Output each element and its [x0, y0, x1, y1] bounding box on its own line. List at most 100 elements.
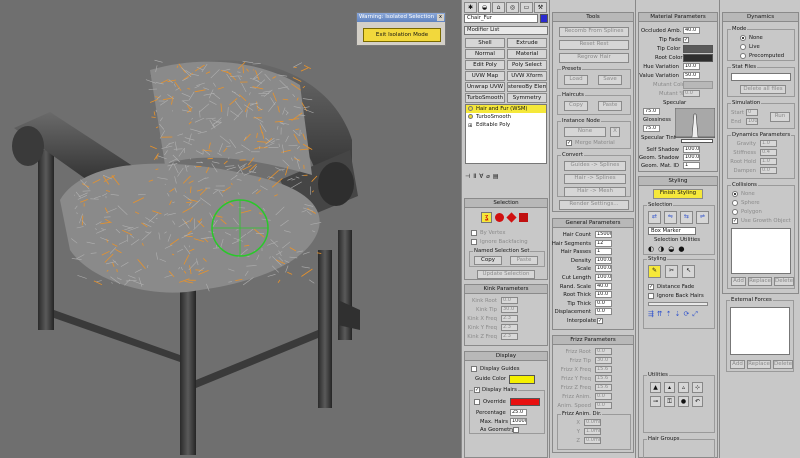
scale-spinner[interactable]: 100.0 [595, 265, 612, 273]
z-spinner[interactable]: 0.0mm [584, 437, 601, 444]
dampen-spinner[interactable]: 0.0 [760, 167, 777, 174]
object-color-swatch[interactable] [540, 14, 548, 23]
make-unique-icon[interactable]: ∀ [479, 173, 483, 183]
close-icon[interactable]: x [437, 14, 444, 21]
utilities-tab-icon[interactable]: ⚒ [534, 2, 547, 13]
frizz-y-freq-spinner[interactable]: 15.6 [595, 375, 612, 382]
kink-z-freq-spinner[interactable]: 2.3 [501, 333, 518, 340]
object-name-field[interactable]: Chair_Fur [464, 14, 538, 23]
copy-button[interactable]: Copy [474, 256, 502, 265]
collision-polygon-radio[interactable] [732, 209, 738, 215]
guide-select-icon[interactable]: ʓ [481, 212, 492, 223]
stiffness-spinner[interactable]: 0.4 [760, 149, 777, 156]
recomb-from-splines-button[interactable]: Recomb From Splines [559, 27, 629, 37]
collision-add-button[interactable]: Add [731, 277, 746, 286]
by-vertex-checkbox[interactable] [471, 230, 477, 236]
create-tab-icon[interactable]: ✱ [464, 2, 477, 13]
displacement-spinner[interactable]: 0.0 [595, 308, 612, 316]
cut-length-spinner[interactable]: 100.0 [595, 274, 612, 281]
stack-item-editable-poly[interactable]: ⊞ Editable Poly [466, 121, 546, 129]
frizz-tip-spinner[interactable]: 30.0 [595, 357, 612, 364]
toggle-hair-icon[interactable]: ⊸ [650, 396, 661, 407]
rotate-icon[interactable]: ⟳ [684, 310, 690, 319]
hierarchy-tab-icon[interactable]: ⌂ [492, 2, 505, 13]
kink-x-freq-spinner[interactable]: 2.3 [501, 315, 518, 322]
select-whole-guide-icon[interactable]: ⇋ [664, 211, 677, 224]
expand-selection-icon[interactable]: ◒ [668, 245, 674, 253]
unwrap-uvw-modifier-button[interactable]: Unwrap UVW [465, 82, 505, 92]
poly-select-modifier-button[interactable]: Poly Select [507, 60, 547, 70]
instance-node-button[interactable]: None [564, 127, 606, 137]
mutant-pct-spinner[interactable]: 0.0 [683, 90, 700, 97]
value-variation-spinner[interactable]: 50.0 [683, 72, 700, 79]
finish-styling-button[interactable]: Finish Styling [653, 189, 703, 199]
stack-item-turbosmooth[interactable]: TurboSmooth [466, 113, 546, 121]
frizz-z-freq-spinner[interactable]: 15.6 [595, 384, 612, 391]
guide-color-swatch[interactable] [509, 375, 535, 384]
turbosmooth-modifier-button[interactable]: TurboSmooth [465, 93, 505, 103]
paste-button[interactable]: Paste [510, 256, 538, 265]
material-rollout-title[interactable]: Material Parameters [639, 13, 717, 22]
ignore-backfacing-checkbox[interactable] [471, 239, 477, 245]
symmetry-modifier-button[interactable]: Symmetry [507, 93, 547, 103]
selection-rollout-title[interactable]: Selection [465, 199, 547, 208]
select-by-root-icon[interactable]: ⇌ [696, 211, 709, 224]
uvw-xform-modifier-button[interactable]: UVW Xform [507, 71, 547, 81]
motion-tab-icon[interactable]: ◎ [506, 2, 519, 13]
ignore-back-hairs-checkbox[interactable] [648, 293, 654, 299]
bulb-icon[interactable] [468, 114, 473, 119]
frizz-anim-spinner[interactable]: 0.0 [595, 393, 612, 400]
stand-icon[interactable]: ⇈ [657, 310, 663, 319]
save-preset-button[interactable]: Save [598, 75, 622, 85]
specular-tint-swatch[interactable] [681, 139, 713, 143]
frizz-rollout-title[interactable]: Frizz Parameters [553, 336, 633, 345]
uvw-map-modifier-button[interactable]: UVW Map [465, 71, 505, 81]
unlock-icon[interactable]: ● [678, 396, 689, 407]
hair-passes-spinner[interactable]: 1 [595, 248, 612, 256]
edit-poly-modifier-button[interactable]: Edit Poly [465, 60, 505, 70]
rotate-selection-icon[interactable]: ◑ [658, 245, 664, 253]
tip-color-swatch[interactable] [683, 45, 713, 53]
attenuate-icon[interactable]: ▲ [650, 382, 661, 393]
puff-roots-icon[interactable]: ⇡ [666, 310, 672, 319]
frizz-root-spinner[interactable]: 0.0 [595, 348, 612, 355]
distance-fade-checkbox[interactable]: ✓ [648, 284, 654, 290]
specular-spinner[interactable]: 75.0 [643, 108, 660, 115]
end-spinner[interactable]: 100 [746, 118, 758, 125]
invert-selection-icon[interactable]: ◐ [648, 245, 654, 253]
tip-thick-spinner[interactable]: 0.0 [595, 299, 612, 307]
kink-y-freq-spinner[interactable]: 2.3 [501, 324, 518, 331]
display-tab-icon[interactable]: ▭ [520, 2, 533, 13]
normal-modifier-button[interactable]: Normal [465, 49, 505, 59]
select-tool-icon[interactable]: ↖ [682, 265, 695, 278]
root-hold-spinner[interactable]: 1.0 [760, 158, 777, 165]
expand-icon[interactable]: ⊞ [468, 122, 472, 130]
stack-item-hair-and-fur[interactable]: Hair and Fur (WSM) [466, 105, 546, 113]
display-hairs-checkbox[interactable]: ✓ [474, 387, 480, 393]
box-marker-dropdown[interactable]: Box Marker [648, 227, 696, 235]
exit-isolation-button[interactable]: Exit Isolation Mode [363, 28, 441, 42]
guides-to-splines-button[interactable]: Guides -> Splines [564, 161, 626, 171]
frizz-x-freq-spinner[interactable]: 15.6 [595, 366, 612, 373]
mode-live-radio[interactable] [740, 44, 746, 50]
translate-icon[interactable]: ⇶ [648, 310, 654, 319]
load-preset-button[interactable]: Load [564, 75, 588, 85]
collision-replace-button[interactable]: Replace [748, 277, 772, 286]
interpolate-checkbox[interactable]: ✓ [597, 318, 603, 324]
force-replace-button[interactable]: Replace [747, 360, 771, 369]
reset-rest-button[interactable]: Reset Rest [559, 40, 629, 50]
hue-variation-spinner[interactable]: 10.0 [683, 63, 700, 70]
modifier-list-dropdown[interactable]: Modifier List [464, 26, 548, 35]
general-rollout-title[interactable]: General Parameters [553, 219, 633, 228]
copy-haircut-button[interactable]: Copy [564, 101, 588, 111]
select-guide-vertices-icon[interactable]: ⇆ [680, 211, 693, 224]
mutant-color-swatch[interactable] [683, 81, 713, 89]
toggle-collisions-icon[interactable]: ⊹ [692, 382, 703, 393]
scale-icon[interactable]: ⤢ [692, 310, 698, 319]
hair-to-splines-button[interactable]: Hair -> Splines [564, 174, 626, 184]
clear-instance-button[interactable]: X [610, 127, 620, 137]
anim-speed-spinner[interactable]: 0.0 [595, 402, 612, 409]
tools-rollout-title[interactable]: Tools [553, 13, 633, 22]
display-rollout-title[interactable]: Display [465, 352, 547, 361]
geom-mat-id-spinner[interactable]: 1 [683, 162, 700, 169]
